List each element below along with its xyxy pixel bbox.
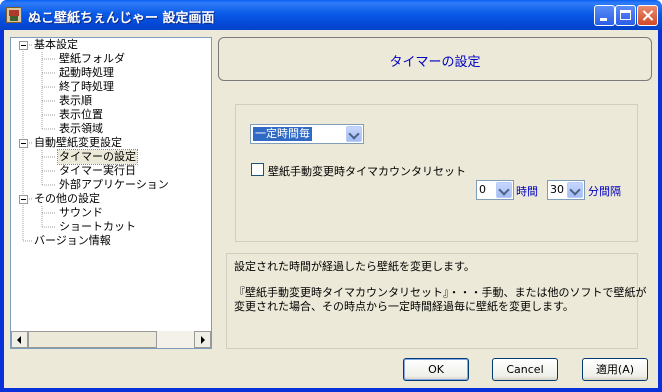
tree-item-display-order[interactable]: 表示順 bbox=[59, 94, 92, 108]
reset-counter-label[interactable]: 壁紙手動変更時タイマカウンタリセット bbox=[268, 163, 466, 179]
description-line: 変更された場合、その時点から一定時間経過毎に壁紙を変更します。 bbox=[234, 300, 574, 313]
timer-mode-value: 一定時間毎 bbox=[253, 127, 312, 141]
timer-mode-select[interactable]: 一定時間毎 bbox=[250, 124, 364, 144]
tree-item-external-app[interactable]: 外部アプリケーション bbox=[59, 178, 169, 192]
app-icon[interactable] bbox=[6, 7, 22, 23]
tree-item-timer-days[interactable]: タイマー実行日 bbox=[59, 164, 136, 178]
tree-item-shutdown[interactable]: 終了時処理 bbox=[59, 80, 114, 94]
tree-item-shortcut[interactable]: ショートカット bbox=[59, 220, 136, 234]
settings-tree[interactable]: 基本設定 壁紙フォルダ 起動時処理 終了時処理 表示順 表示位置 表示領域 自動… bbox=[10, 37, 212, 349]
hours-value: 0 bbox=[479, 183, 486, 196]
tree-item-sound[interactable]: サウンド bbox=[59, 206, 103, 220]
tree-item-version[interactable]: バージョン情報 bbox=[34, 234, 111, 248]
description-panel: 設定された時間が経過したら壁紙を変更します。 『壁紙手動変更時タイマカウンタリセ… bbox=[226, 253, 647, 349]
window-title: ぬこ壁紙ちぇんじゃー 設定画面 bbox=[28, 11, 215, 26]
tree-item-auto-change[interactable]: 自動壁紙変更設定 bbox=[34, 136, 122, 150]
horizontal-scrollbar[interactable] bbox=[11, 331, 211, 348]
dialog-body: 基本設定 壁紙フォルダ 起動時処理 終了時処理 表示順 表示位置 表示領域 自動… bbox=[4, 30, 658, 388]
close-button[interactable] bbox=[637, 5, 658, 26]
reset-counter-checkbox[interactable] bbox=[251, 163, 264, 176]
chevron-down-icon[interactable] bbox=[496, 182, 512, 198]
hours-unit-label: 時間 bbox=[516, 185, 538, 198]
description-line: 設定された時間が経過したら壁紙を変更します。 bbox=[234, 260, 475, 273]
hours-select[interactable]: 0 bbox=[476, 180, 514, 200]
minutes-select[interactable]: 30 bbox=[547, 180, 585, 200]
scroll-left-icon[interactable] bbox=[11, 331, 28, 348]
maximize-button[interactable] bbox=[615, 5, 636, 26]
collapse-toggle-icon[interactable] bbox=[19, 139, 28, 148]
cancel-button[interactable]: Cancel bbox=[492, 358, 558, 381]
tree-item-timer-settings[interactable]: タイマーの設定 bbox=[57, 149, 138, 165]
description-line: 『壁紙手動変更時タイマカウンタリセット』・・・手動、または他のソフトで壁紙が bbox=[234, 286, 647, 299]
page-title: タイマーの設定 bbox=[389, 55, 481, 70]
section-header: タイマーの設定 bbox=[218, 37, 652, 81]
scroll-thumb[interactable] bbox=[28, 331, 157, 348]
tree-item-display-position[interactable]: 表示位置 bbox=[59, 108, 103, 122]
title-bar[interactable]: ぬこ壁紙ちぇんじゃー 設定画面 bbox=[0, 0, 662, 30]
collapse-toggle-icon[interactable] bbox=[19, 41, 28, 50]
minutes-unit-label: 分間隔 bbox=[588, 185, 621, 198]
tree-item-wallpaper-folder[interactable]: 壁紙フォルダ bbox=[59, 52, 125, 66]
settings-window: ぬこ壁紙ちぇんじゃー 設定画面 基本設定 壁紙フォルダ 起動時処理 終了時処理 … bbox=[0, 0, 662, 392]
tree-item-basic-settings[interactable]: 基本設定 bbox=[34, 38, 78, 52]
ok-button[interactable]: OK bbox=[403, 358, 469, 381]
tree-item-other-settings[interactable]: その他の設定 bbox=[34, 192, 100, 206]
tree-item-display-area[interactable]: 表示領域 bbox=[59, 122, 103, 136]
apply-button[interactable]: 適用(A) bbox=[582, 358, 648, 381]
minutes-value: 30 bbox=[550, 183, 564, 196]
chevron-down-icon[interactable] bbox=[567, 182, 583, 198]
chevron-down-icon[interactable] bbox=[346, 126, 362, 142]
scroll-right-icon[interactable] bbox=[194, 331, 211, 348]
tree-item-startup[interactable]: 起動時処理 bbox=[59, 66, 114, 80]
minimize-button[interactable] bbox=[594, 5, 615, 26]
collapse-toggle-icon[interactable] bbox=[19, 195, 28, 204]
